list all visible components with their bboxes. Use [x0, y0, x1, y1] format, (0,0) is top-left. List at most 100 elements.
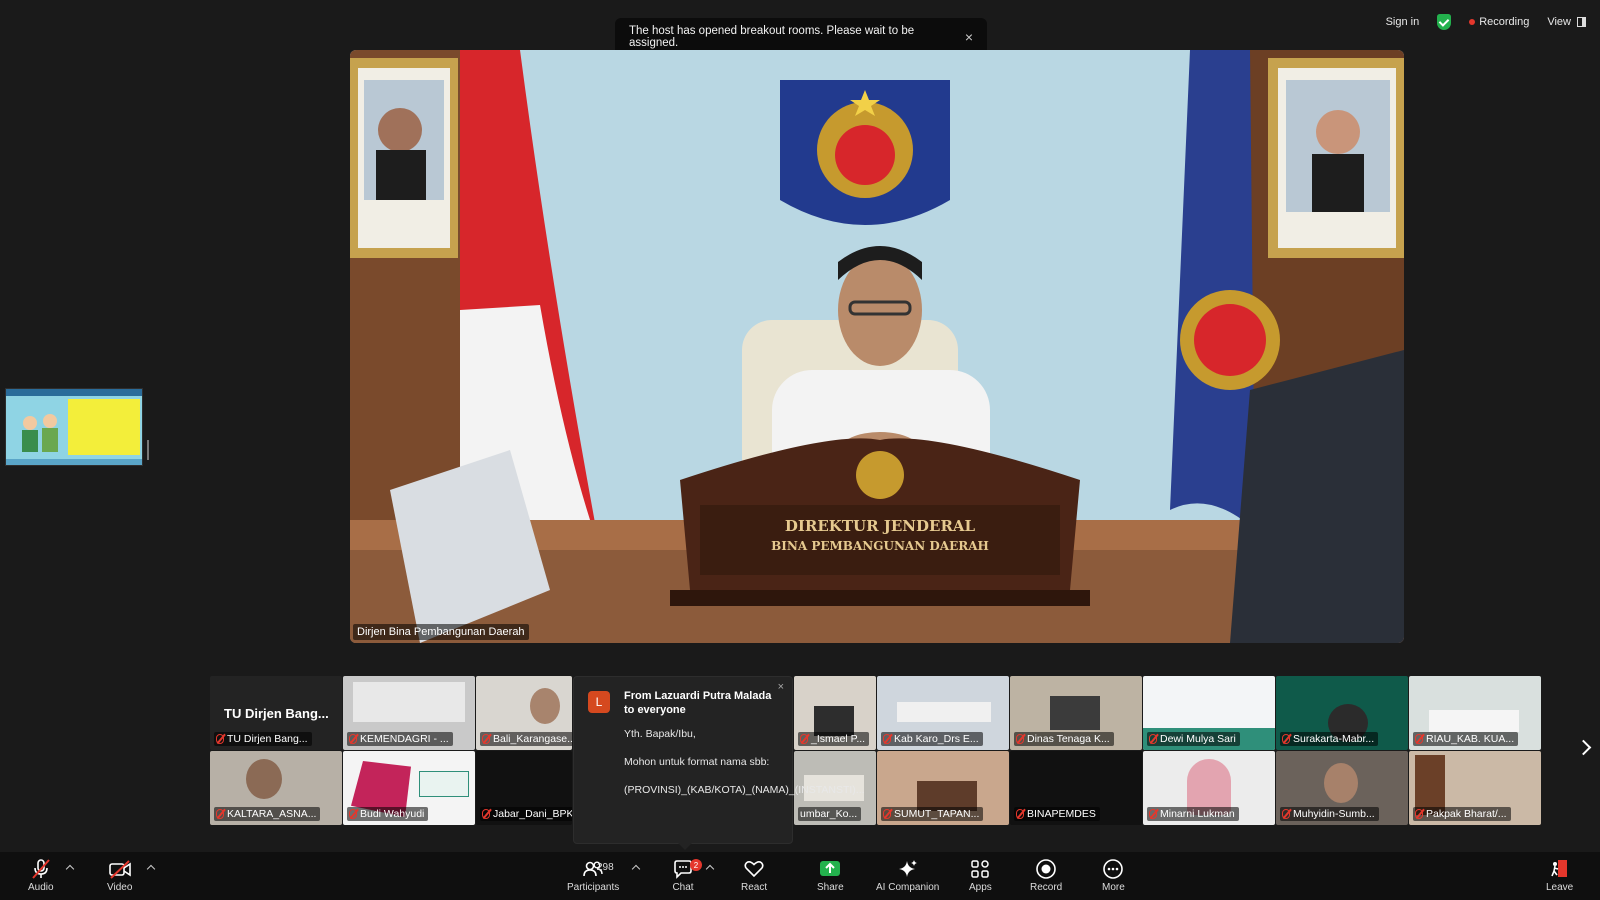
participant-label: Pakpak Bharat/... [1413, 807, 1511, 821]
participant-name: Surakarta-Mabr... [1293, 733, 1375, 745]
participant-name: Muhyidin-Sumb... [1293, 808, 1375, 820]
participant-name: KALTARA_ASNA... [227, 808, 317, 820]
mic-muted-icon [1282, 809, 1290, 819]
active-speaker-video[interactable]: DIREKTUR JENDERAL BINA PEMBANGUNAN DAERA… [350, 50, 1404, 643]
participants-button[interactable]: 298 Participants [567, 856, 619, 893]
participant-tile[interactable]: Dewi Mulya Sari [1143, 676, 1275, 750]
ai-companion-button[interactable]: AI Companion [876, 856, 939, 893]
participant-label: Bali_Karangase... [480, 732, 572, 746]
participant-tile[interactable]: _Ismael P... [794, 676, 876, 750]
mic-muted-icon [349, 809, 357, 819]
mic-muted-icon [1415, 734, 1423, 744]
participant-label: Dinas Tenaga K... [1014, 732, 1114, 746]
participant-label: Muhyidin-Sumb... [1280, 807, 1379, 821]
chat-button[interactable]: 2 Chat [672, 856, 702, 893]
participant-tile[interactable]: TU Dirjen Bang... TU Dirjen Bang... [210, 676, 342, 750]
meeting-toolbar: Audio Video 298 Participants 2 Chat Reac… [0, 852, 1600, 900]
microphone-muted-icon [30, 856, 52, 882]
participant-name: SUMUT_TAPAN... [894, 808, 980, 820]
participant-tile[interactable]: RIAU_KAB. KUA... [1409, 676, 1541, 750]
participant-name: Dinas Tenaga K... [1027, 733, 1110, 745]
sparkle-icon [897, 856, 919, 882]
minimized-shared-content-thumbnail[interactable] [5, 388, 143, 466]
participants-count: 298 [597, 862, 614, 873]
mic-muted-icon [216, 809, 224, 819]
participant-label: Surakarta-Mabr... [1280, 732, 1379, 746]
recording-indicator[interactable]: Recording [1469, 16, 1529, 28]
participant-name: Kab Karo_Drs E... [894, 733, 979, 745]
participant-tile[interactable]: Surakarta-Mabr... [1276, 676, 1408, 750]
participant-tile[interactable]: KALTARA_ASNA... [210, 751, 342, 825]
participant-tile[interactable]: Muhyidin-Sumb... [1276, 751, 1408, 825]
participant-tile[interactable]: Jabar_Dani_BPK... [476, 751, 572, 825]
participant-tile[interactable]: Kab Karo_Drs E... [877, 676, 1009, 750]
mic-muted-icon [1149, 734, 1157, 744]
record-button[interactable]: Record [1030, 856, 1062, 893]
participant-name: Budi Wahyudi [360, 808, 425, 820]
sign-in-link[interactable]: Sign in [1386, 16, 1420, 28]
security-shield-icon[interactable] [1437, 14, 1452, 30]
participant-tile[interactable]: Dinas Tenaga K... [1010, 676, 1142, 750]
participant-name: KEMENDAGRI - ... [360, 733, 449, 745]
participant-name: Bali_Karangase... [493, 733, 572, 745]
video-button[interactable]: Video [107, 856, 132, 893]
participants-label: Participants [567, 882, 620, 893]
chat-preview-close-icon[interactable]: × [778, 681, 784, 693]
share-label: Share [817, 882, 844, 893]
thumbnail-resize-handle[interactable] [147, 440, 149, 460]
mic-muted-icon [883, 809, 891, 819]
participant-label: BINAPEMDES [1014, 807, 1100, 821]
notification-close-icon[interactable]: × [965, 29, 973, 45]
heart-icon [743, 856, 765, 882]
participant-tile[interactable]: Minarni Lukman [1143, 751, 1275, 825]
gallery-next-page-chevron-icon[interactable] [1575, 739, 1592, 756]
participant-name: BINAPEMDES [1027, 808, 1096, 820]
mic-muted-icon [1016, 734, 1024, 744]
notification-text: The host has opened breakout rooms. Plea… [629, 25, 915, 49]
participant-tile[interactable]: Budi Wahyudi [343, 751, 475, 825]
chat-message-line: (PROVINSI)_(KAB/KOTA)_(NAMA)_(INSTANSTI)… [624, 784, 865, 796]
audio-button[interactable]: Audio [28, 856, 54, 893]
chat-message-line: Yth. Bapak/Ibu, [624, 728, 696, 740]
chat-message-preview[interactable]: L × From Lazuardi Putra Malada to everyo… [573, 676, 865, 850]
top-right-bar: Sign in Recording View [1386, 14, 1586, 30]
participant-label: Jabar_Dani_BPK... [480, 807, 572, 821]
participant-tile[interactable]: KEMENDAGRI - ... [343, 676, 475, 750]
participant-tile[interactable]: BINAPEMDES [1010, 751, 1142, 825]
chat-label: Chat [672, 882, 694, 893]
participant-name: Pakpak Bharat/... [1426, 808, 1507, 820]
participant-label: TU Dirjen Bang... [214, 732, 312, 746]
mic-muted-icon [800, 734, 808, 744]
more-label: More [1102, 882, 1125, 893]
participant-label: Minarni Lukman [1147, 807, 1239, 821]
recording-label: Recording [1479, 16, 1530, 28]
chat-options-caret-icon[interactable] [705, 864, 715, 874]
participant-label: umbar_Ko... [798, 807, 862, 821]
leave-label: Leave [1546, 882, 1574, 893]
mic-muted-icon [1149, 809, 1157, 819]
record-label: Record [1030, 882, 1063, 893]
leave-button[interactable]: Leave [1546, 856, 1573, 893]
participant-gallery: TU Dirjen Bang... TU Dirjen Bang... KEME… [210, 676, 1544, 826]
mic-muted-icon [349, 734, 357, 744]
participant-tile[interactable]: Bali_Karangase... [476, 676, 572, 750]
participant-name: umbar_Ko... [800, 808, 858, 820]
recording-dot-icon [1469, 19, 1476, 25]
participant-tile[interactable]: SUMUT_TAPAN... [877, 751, 1009, 825]
react-button[interactable]: React [741, 856, 767, 893]
apps-button[interactable]: Apps [969, 856, 992, 893]
participant-label: Budi Wahyudi [347, 807, 429, 821]
mic-muted-icon [1415, 809, 1423, 819]
more-button[interactable]: More [1102, 856, 1125, 893]
participants-options-caret-icon[interactable] [631, 864, 641, 874]
sender-avatar: L [588, 691, 610, 713]
chat-message-body: Yth. Bapak/Ibu, Mohon untuk format nama … [624, 727, 865, 797]
participant-name: Dewi Mulya Sari [1160, 733, 1236, 745]
video-options-caret-icon[interactable] [146, 864, 156, 874]
audio-options-caret-icon[interactable] [65, 864, 75, 874]
share-button[interactable]: Share [817, 856, 844, 893]
apps-grid-icon [969, 856, 991, 882]
view-button[interactable]: View [1547, 16, 1586, 28]
participant-name: TU Dirjen Bang... [227, 733, 308, 745]
participant-tile[interactable]: Pakpak Bharat/... [1409, 751, 1541, 825]
